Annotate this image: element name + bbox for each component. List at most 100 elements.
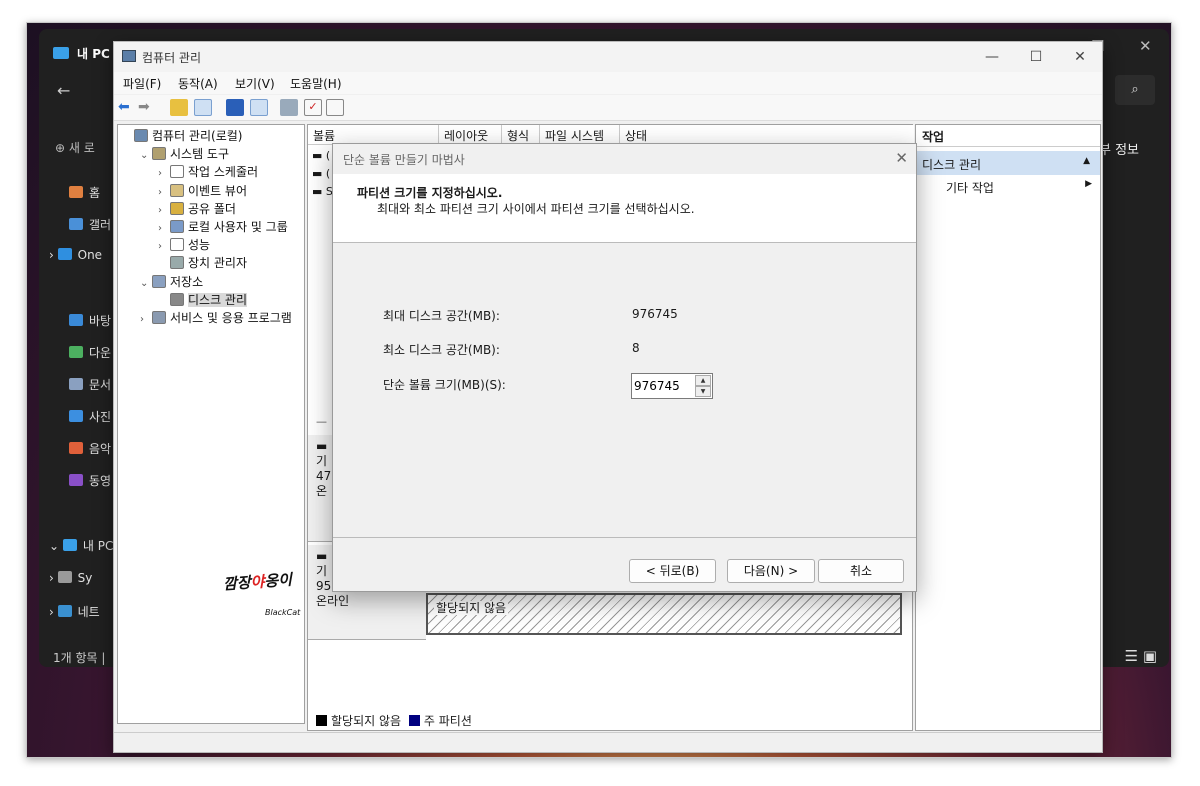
spin-up-icon[interactable]: ▲ (695, 375, 711, 386)
expand-chevron-icon[interactable]: ⌄ (140, 278, 152, 289)
close-icon[interactable]: ✕ (895, 149, 908, 167)
chevron-icon[interactable]: › (49, 605, 58, 619)
panel-icon[interactable] (250, 99, 268, 116)
sidebar-item[interactable]: › 네트 (49, 603, 100, 620)
sidebar-item[interactable]: 사진 (69, 408, 111, 425)
tree-item[interactable]: 디스크 관리 (158, 291, 248, 308)
new-button[interactable]: ⊕ 새 로 (55, 139, 95, 156)
column-status[interactable]: 상태 (620, 125, 914, 145)
explorer-title: 내 PC (53, 45, 110, 62)
music-icon (69, 442, 83, 454)
next-button[interactable]: 다음(N) > (727, 559, 815, 583)
spin-down-icon[interactable]: ▼ (695, 386, 711, 397)
splitter[interactable]: — (316, 415, 327, 428)
menu-file[interactable]: 파일(F) (123, 75, 161, 92)
sidebar-item[interactable]: › One (49, 248, 102, 262)
min-space-value: 8 (632, 341, 640, 355)
actions-disk-management[interactable]: 디스크 관리 ▲ (916, 151, 1100, 175)
menu-help[interactable]: 도움말(H) (290, 75, 342, 92)
show-tree-icon[interactable] (194, 99, 212, 116)
tree-item-label: 디스크 관리 (188, 292, 248, 307)
more-actions[interactable]: 기타 작업 ▶ (946, 179, 1096, 196)
expand-chevron-icon[interactable]: › (158, 205, 170, 216)
cancel-button[interactable]: 취소 (818, 559, 904, 583)
gallery-icon (69, 218, 83, 230)
sidebar-item[interactable]: 홈 (69, 184, 100, 201)
sidebar-item[interactable]: 다운 (69, 344, 111, 361)
sidebar-item[interactable]: 음악 (69, 440, 111, 457)
volume-row[interactable]: ▬ ( (312, 165, 333, 183)
network-icon (57, 605, 72, 617)
computer-management-icon (134, 129, 148, 142)
services-icon (152, 311, 166, 324)
disk-icon (170, 292, 184, 306)
connect-icon[interactable] (280, 99, 298, 116)
sidebar-item[interactable]: 문서 (69, 376, 111, 393)
volume-row[interactable]: ▬ S (312, 183, 333, 201)
sidebar-item[interactable]: ⌄ 내 PC (49, 537, 113, 554)
up-folder-icon[interactable] (170, 99, 188, 116)
actions-header: 작업 (916, 125, 1100, 147)
sidebar-item[interactable]: 바탕 (69, 312, 111, 329)
volume-row[interactable]: ▬ ( (312, 147, 333, 165)
column-layout[interactable]: 레이아웃 (439, 125, 502, 145)
unallocated-label: 할당되지 않음 (434, 601, 509, 615)
tree-item-label: 성능 (188, 238, 211, 253)
sidebar-item-label: 문서 (89, 378, 112, 392)
cloud-icon (57, 248, 72, 260)
tree-item[interactable]: › 성능 (158, 236, 210, 253)
back-button[interactable]: < 뒤로(B) (629, 559, 716, 583)
forward-icon[interactable]: ➡ (138, 99, 156, 116)
sidebar-item-label: 사진 (89, 410, 112, 424)
minimize-button[interactable]: — (970, 45, 1014, 69)
unallocated-partition[interactable]: 할당되지 않음 (426, 593, 902, 635)
tree-item-label: 저장소 (170, 274, 204, 289)
view-toggle-icon[interactable]: ☰ ▣ (1125, 647, 1157, 665)
expand-chevron-icon[interactable]: › (158, 187, 170, 198)
expand-chevron-icon[interactable]: › (140, 314, 152, 325)
tree-item[interactable]: › 공유 폴더 (158, 200, 236, 217)
item-count: 1개 항목 | (53, 651, 106, 665)
expand-chevron-icon[interactable]: › (158, 241, 170, 252)
close-icon[interactable]: ✕ (1139, 37, 1152, 55)
sidebar-item-label: 바탕 (89, 314, 112, 328)
expand-chevron-icon[interactable]: › (158, 168, 170, 179)
sidebar-item[interactable]: 동영 (69, 472, 111, 489)
chevron-icon[interactable]: › (49, 571, 58, 585)
clock-icon (170, 165, 184, 179)
tree-item[interactable]: › 로컬 사용자 및 그룹 (158, 218, 288, 235)
tree-item[interactable]: › 서비스 및 응용 프로그램 (140, 309, 292, 326)
menu-action[interactable]: 동작(A) (178, 75, 218, 92)
close-button[interactable]: ✕ (1058, 45, 1102, 69)
column-format[interactable]: 형식 (502, 125, 540, 145)
volume-size-stepper: ▲ ▼ (631, 373, 713, 399)
arrow-left-icon[interactable]: ← (57, 81, 70, 100)
tree-item-label: 시스템 도구 (170, 147, 230, 162)
menu-view[interactable]: 보기(V) (235, 75, 275, 92)
check-icon[interactable]: ✓ (304, 99, 322, 116)
collapse-icon[interactable]: ▲ (1083, 156, 1090, 166)
performance-icon (170, 238, 184, 252)
tree-item[interactable]: ⌄ 시스템 도구 (140, 145, 229, 162)
chevron-icon[interactable]: ⌄ (49, 539, 63, 553)
search-icon[interactable]: ⌕ (1115, 75, 1155, 105)
sidebar-item[interactable]: › Sy (49, 571, 92, 585)
tree-item[interactable]: 컴퓨터 관리(로컬) (122, 127, 242, 144)
volume-size-input[interactable] (634, 376, 694, 396)
column-volume[interactable]: 볼륨 (308, 125, 439, 145)
tree-item[interactable]: 장치 관리자 (158, 254, 247, 271)
expand-chevron-icon[interactable]: ⌄ (140, 150, 152, 161)
column-filesystem[interactable]: 파일 시스템 (540, 125, 620, 145)
expand-chevron-icon[interactable]: › (158, 223, 170, 234)
picture-icon (69, 410, 83, 422)
tree-item[interactable]: › 이벤트 뷰어 (158, 182, 247, 199)
back-icon[interactable]: ⬅ (118, 99, 136, 116)
wizard-title: 단순 볼륨 만들기 마법사 (343, 153, 465, 167)
properties-icon[interactable] (326, 99, 344, 116)
tree-item[interactable]: › 작업 스케줄러 (158, 163, 258, 180)
tree-item[interactable]: ⌄ 저장소 (140, 273, 203, 290)
sidebar-item[interactable]: 갤러 (69, 216, 111, 233)
chevron-icon[interactable]: › (49, 248, 58, 262)
maximize-button[interactable]: ☐ (1014, 45, 1058, 69)
help-icon[interactable] (226, 99, 244, 116)
